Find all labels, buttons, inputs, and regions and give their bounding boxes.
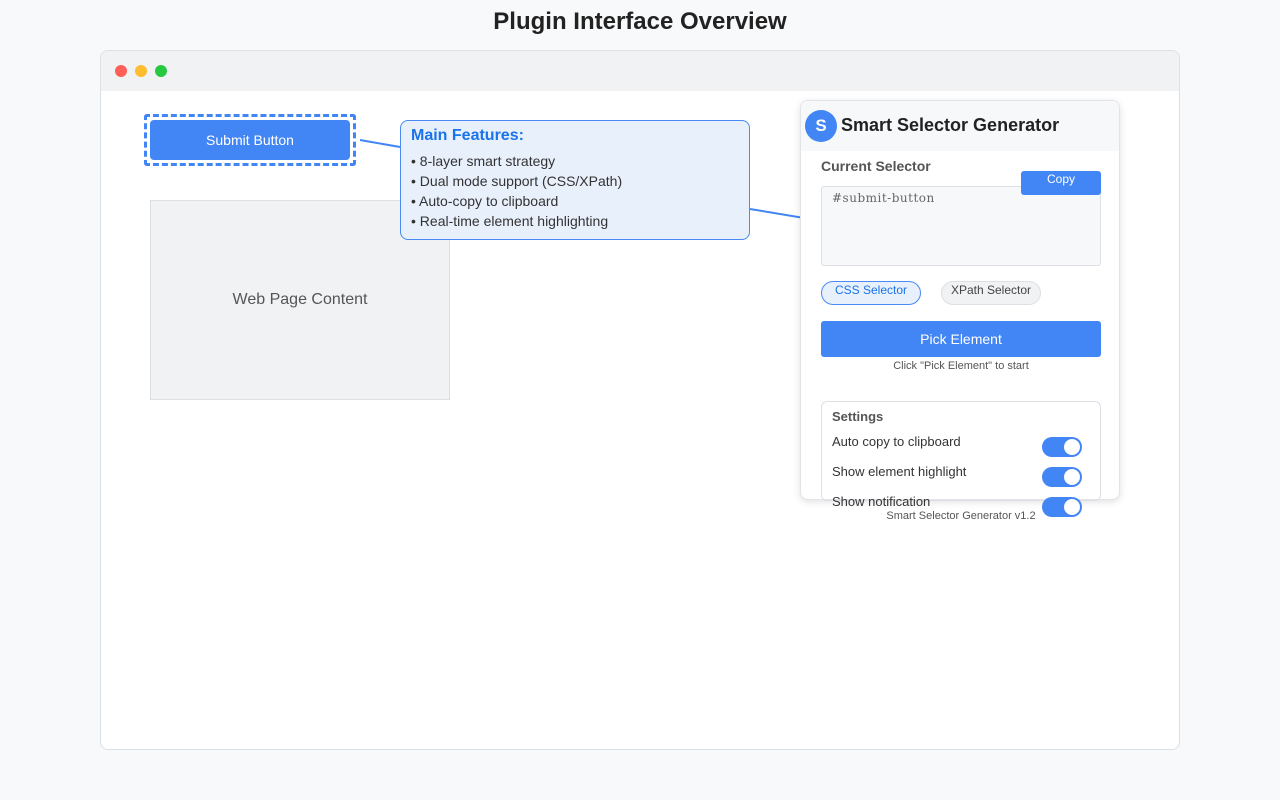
plugin-panel: S Smart Selector Generator Current Selec… bbox=[800, 100, 1120, 522]
version-text: Smart Selector Generator v1.2 bbox=[886, 510, 1036, 522]
css-selector-toggle[interactable]: CSS Selector bbox=[821, 281, 921, 305]
feature-item: • Auto-copy to clipboard bbox=[411, 193, 559, 209]
auto-copy-toggle[interactable] bbox=[1042, 437, 1082, 457]
panel-header: S Smart Selector Generator bbox=[801, 101, 1119, 151]
selector-output[interactable]: #submit-button bbox=[821, 186, 1101, 266]
panel-title: Smart Selector Generator bbox=[841, 115, 1060, 135]
feature-item: • Dual mode support (CSS/XPath) bbox=[411, 173, 623, 189]
page: Plugin Interface Overview Submit Button … bbox=[0, 0, 1280, 800]
setting-highlight-label: Show element highlight bbox=[832, 464, 967, 479]
settings-title: Settings bbox=[832, 409, 884, 424]
toggle-knob bbox=[1064, 469, 1080, 485]
pick-element-hint: Click "Pick Element" to start bbox=[893, 360, 1029, 372]
xpath-selector-toggle[interactable]: XPath Selector bbox=[941, 281, 1041, 305]
highlight-toggle[interactable] bbox=[1042, 467, 1082, 487]
features-callout: Main Features: • 8-layer smart strategy … bbox=[400, 120, 750, 240]
feature-item: • 8-layer smart strategy bbox=[411, 153, 556, 169]
settings-section: Settings Auto copy to clipboard Show ele… bbox=[821, 401, 1101, 517]
current-selector-label: Current Selector bbox=[821, 158, 931, 174]
submit-button[interactable]: Submit Button bbox=[150, 120, 350, 160]
feature-item: • Real-time element highlighting bbox=[411, 213, 609, 229]
page-title: Plugin Interface Overview bbox=[493, 8, 787, 35]
copy-button[interactable]: Copy bbox=[1021, 171, 1101, 195]
setting-notification-label: Show notification bbox=[832, 494, 931, 509]
pick-element-button[interactable]: Pick Element bbox=[821, 321, 1101, 357]
browser-title-bar bbox=[101, 51, 1179, 91]
setting-auto-copy-label: Auto copy to clipboard bbox=[832, 434, 961, 449]
window-close-dot[interactable] bbox=[115, 65, 127, 77]
toggle-knob bbox=[1064, 439, 1080, 455]
features-title: Main Features: bbox=[411, 127, 524, 144]
window-maximize-dot[interactable] bbox=[155, 65, 167, 77]
logo-icon: S bbox=[805, 110, 837, 142]
web-page-content-label: Web Page Content bbox=[232, 291, 368, 308]
window-minimize-dot[interactable] bbox=[135, 65, 147, 77]
